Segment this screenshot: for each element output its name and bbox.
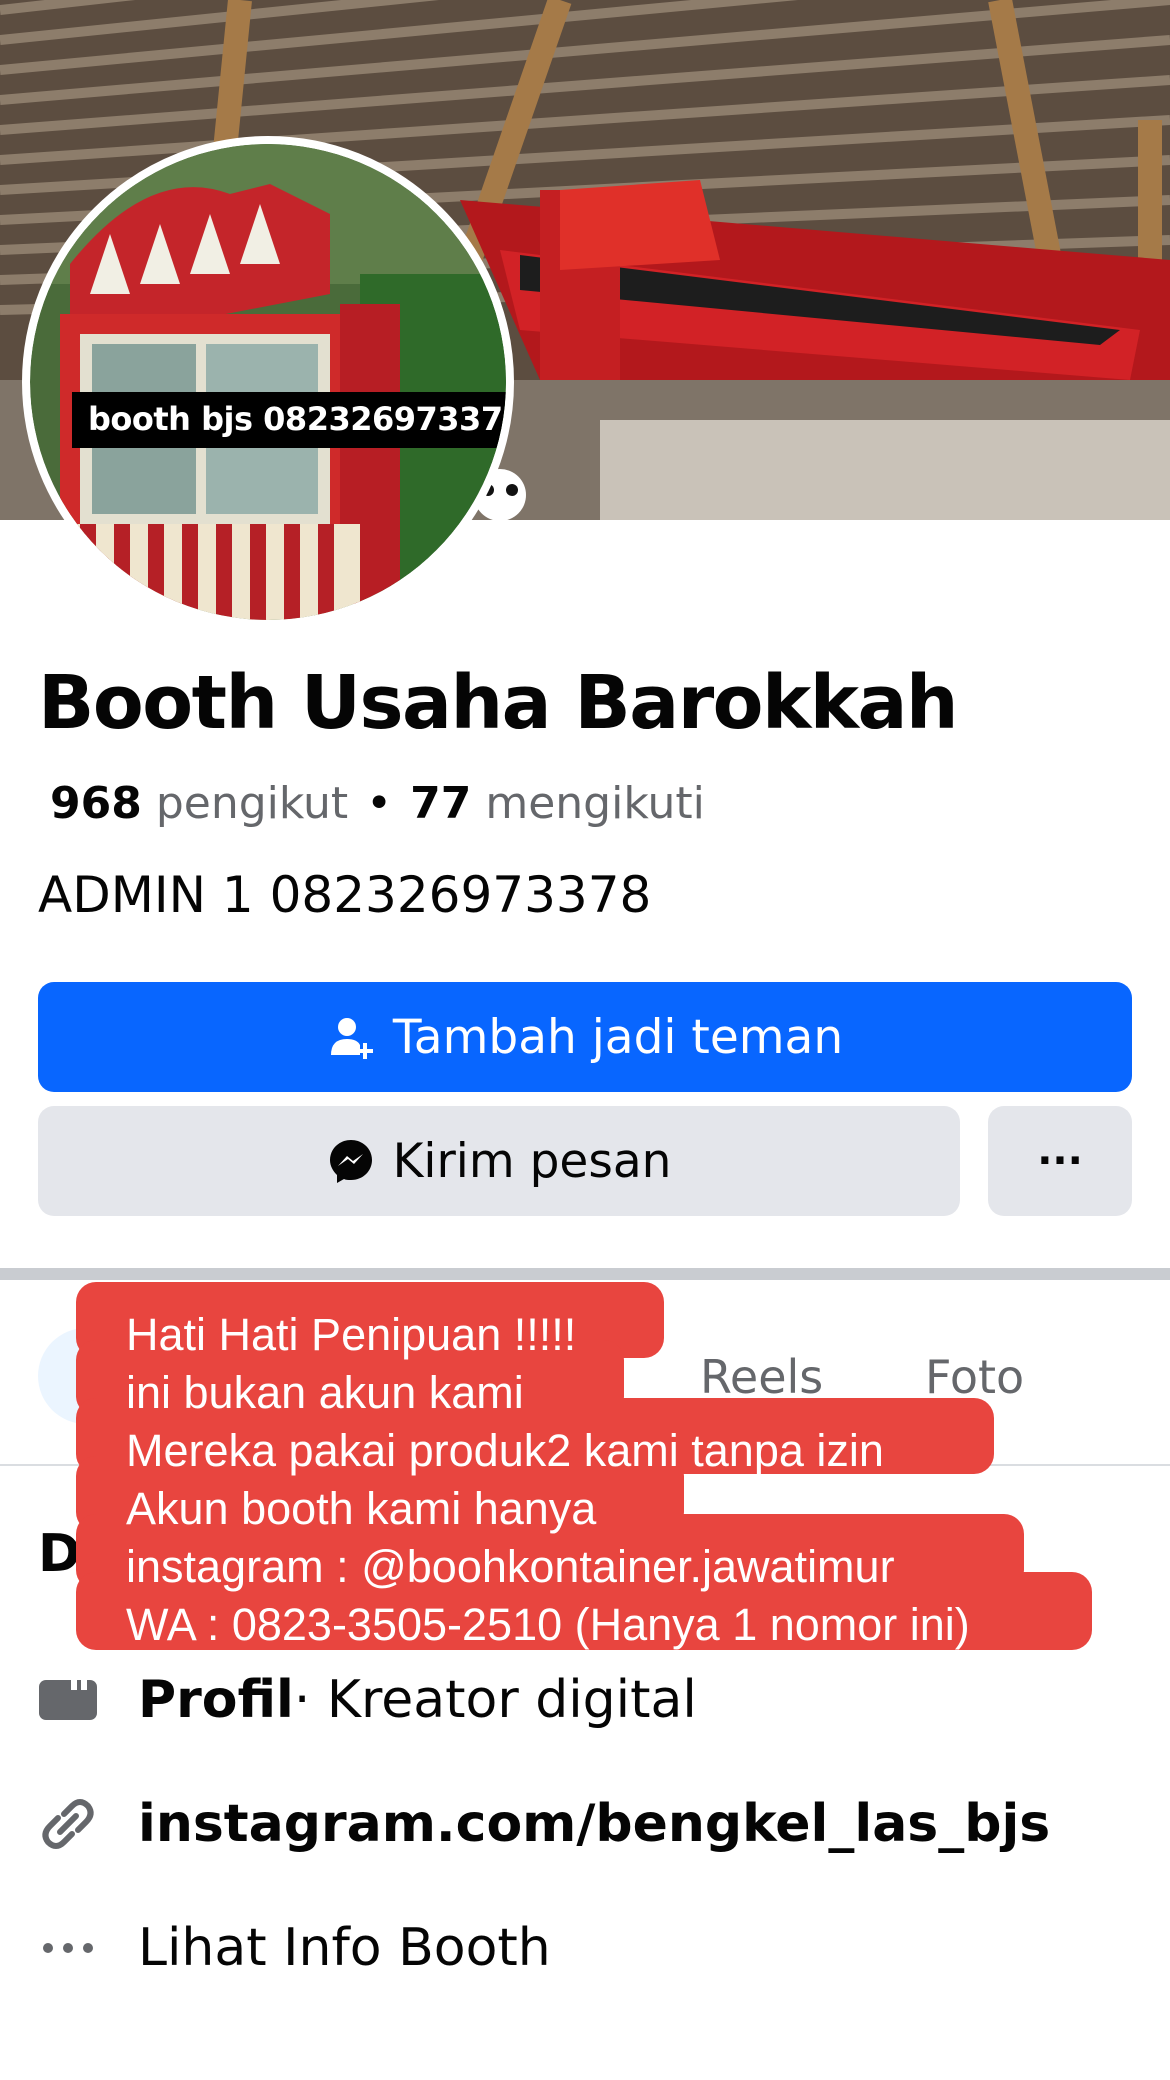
followers-label[interactable]: pengikut [156,778,348,829]
warning-line-3: Mereka pakai produk2 kami tanpa izin [126,1425,884,1476]
add-friend-icon [327,1013,375,1061]
profile-category-label: Profil [138,1670,294,1730]
section-divider [0,1268,1170,1280]
tab-photos[interactable]: Foto [925,1350,1024,1404]
profile-category-row: Profil · Kreator digital [38,1670,697,1730]
send-message-label: Kirim pesan [392,1133,672,1189]
link-icon [38,1794,98,1854]
see-info-row[interactable]: Lihat Info Booth [38,1918,551,1978]
scam-warning-text: Hati Hati Penipuan !!!!! ini bukan akun … [126,1306,970,1654]
following-label[interactable]: mengikuti [485,778,704,829]
send-message-button[interactable]: Kirim pesan [38,1106,960,1216]
details-heading: D [38,1524,82,1584]
warning-line-1: Hati Hati Penipuan !!!!! [126,1309,577,1360]
add-friend-label: Tambah jadi teman [392,1009,844,1065]
see-info-label: Lihat Info Booth [138,1918,551,1978]
profile-bio: ADMIN 1 082326973378 [38,866,652,924]
following-count[interactable]: 77 [410,778,471,829]
more-options-button[interactable]: ··· [988,1106,1132,1216]
page-title: Booth Usaha Barokkah [38,660,959,746]
warning-line-4: Akun booth kami hanya [126,1483,597,1534]
avatar-caption: booth bjs 082326973378 [72,392,506,448]
instagram-link-row[interactable]: instagram.com/bengkel_las_bjs [38,1794,1050,1854]
instagram-link[interactable]: instagram.com/bengkel_las_bjs [138,1794,1050,1854]
more-icon [38,1918,98,1978]
followers-count[interactable]: 968 [50,778,142,829]
profile-category-value: · Kreator digital [293,1670,697,1730]
stats-separator: • [366,778,393,829]
tab-posts-active[interactable] [38,1328,158,1424]
warning-line-2: ini bukan akun kami [126,1367,524,1418]
follow-stats: 968 pengikut • 77 mengikuti [50,778,705,829]
warning-line-5: instagram : @boohkontainer.jawatimur [126,1541,895,1592]
profile-page: booth bjs 082326973378 Booth Usaha Barok… [0,0,1170,2080]
tab-reels[interactable]: Reels [700,1350,823,1404]
add-friend-button[interactable]: Tambah jadi teman [38,982,1132,1092]
more-options-icon: ··· [1037,1138,1083,1184]
profile-card-icon [38,1670,98,1730]
tabs-divider [0,1464,1170,1466]
warning-line-6: WA : 0823-3505-2510 (Hanya 1 nomor ini) [126,1599,970,1650]
profile-avatar[interactable]: booth bjs 082326973378 [22,136,514,628]
scam-warning-overlay: Hati Hati Penipuan !!!!! ini bukan akun … [76,1282,1096,1672]
messenger-icon [327,1137,375,1185]
